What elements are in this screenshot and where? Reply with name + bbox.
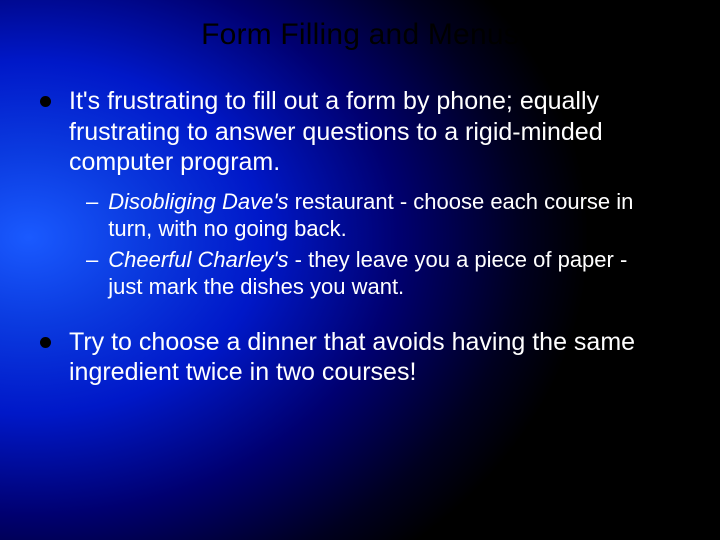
bullet-item: Try to choose a dinner that avoids havin…	[40, 327, 684, 388]
bullet-text: It's frustrating to fill out a form by p…	[69, 86, 659, 178]
restaurant-name: Cheerful Charley's	[108, 247, 288, 272]
sub-bullet-item: – Cheerful Charley's - they leave you a …	[86, 246, 684, 301]
sub-bullet-group: – Disobliging Dave's restaurant - choose…	[86, 188, 684, 301]
sub-bullet-item: – Disobliging Dave's restaurant - choose…	[86, 188, 684, 243]
bullet-text: Try to choose a dinner that avoids havin…	[69, 327, 659, 388]
slide: Form Filling and Menus It's frustrating …	[0, 0, 720, 540]
slide-title: Form Filling and Menus	[36, 18, 684, 52]
bullet-icon	[40, 96, 51, 107]
sub-bullet-text: Disobliging Dave's restaurant - choose e…	[108, 188, 648, 243]
slide-body: It's frustrating to fill out a form by p…	[36, 86, 684, 388]
bullet-icon	[40, 337, 51, 348]
dash-icon: –	[86, 188, 98, 216]
dash-icon: –	[86, 246, 98, 274]
bullet-item: It's frustrating to fill out a form by p…	[40, 86, 684, 178]
restaurant-name: Disobliging Dave's	[108, 189, 288, 214]
sub-bullet-text: Cheerful Charley's - they leave you a pi…	[108, 246, 648, 301]
